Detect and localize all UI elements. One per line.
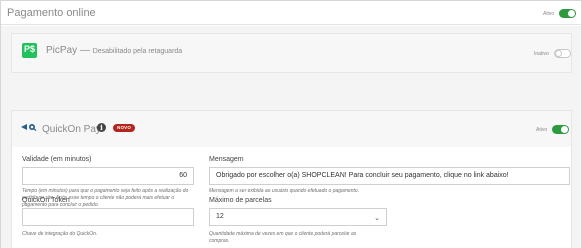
section-title: Pagamento online (7, 7, 96, 19)
mensagem-input[interactable]: Obrigado por escolher o(a) SHOPCLEAN! Pa… (209, 167, 570, 185)
picpay-title-line: PicPay — Desabilitado pela retaguarda (46, 45, 182, 56)
mensagem-label: Mensagem (209, 156, 244, 163)
chevron-down-icon: ⌄ (374, 215, 380, 222)
mensagem-help: Mensagem a ser exibida ao usuário quando… (209, 188, 360, 194)
online-payment-toggle[interactable] (559, 9, 577, 18)
picpay-logo-text: P$ (24, 44, 36, 54)
picpay-toggle-label: Inativo (534, 50, 549, 57)
picpay-subtitle: Desabilitado pela retaguarda (92, 48, 183, 55)
quickon-header: QuickOn Pay i NOVO Ativo (12, 111, 571, 147)
parcelas-label: Máximo de parcelas (209, 197, 272, 204)
quickon-logo-icon (21, 124, 37, 131)
token-input[interactable] (22, 208, 194, 226)
token-label: QuickOn Token (22, 197, 70, 204)
info-icon[interactable]: i (97, 123, 106, 132)
picpay-toggle-wrap: Inativo (534, 49, 571, 58)
picpay-logo-icon: P$ (22, 43, 37, 58)
quickon-title: QuickOn Pay (42, 124, 101, 135)
token-help: Chave de integração do QuickOn. (22, 231, 98, 237)
picpay-card: P$ PicPay — Desabilitado pela retaguarda… (11, 33, 572, 73)
picpay-separator: — (77, 45, 93, 56)
online-payment-toggle-wrap: Ativo (543, 9, 577, 18)
quickon-card: QuickOn Pay i NOVO Ativo Validade (em mi… (11, 110, 572, 248)
section-header: Pagamento online Ativo (1, 1, 581, 25)
validade-label: Validade (em minutos) (22, 156, 92, 163)
picpay-toggle[interactable] (553, 49, 571, 58)
parcelas-select-value: 12 (216, 213, 224, 220)
quickon-toggle-label: Ativo (536, 126, 548, 133)
toggle-knob (568, 10, 576, 17)
new-badge: NOVO (113, 124, 136, 132)
parcelas-select[interactable]: 12 ⌄ (209, 208, 387, 226)
validade-input[interactable]: 60 (22, 167, 194, 185)
toggle-knob (554, 50, 562, 57)
toggle-knob (561, 126, 569, 133)
parcelas-help: Quantidade máxima de vezes em que o clie… (209, 231, 357, 244)
payment-settings-panel: Pagamento online Ativo P$ PicPay — Desab… (0, 0, 582, 248)
picpay-title: PicPay (46, 45, 78, 56)
online-payment-toggle-label: Ativo (543, 10, 555, 17)
quickon-toggle-wrap: Ativo (536, 125, 570, 134)
quickon-toggle[interactable] (552, 125, 570, 134)
